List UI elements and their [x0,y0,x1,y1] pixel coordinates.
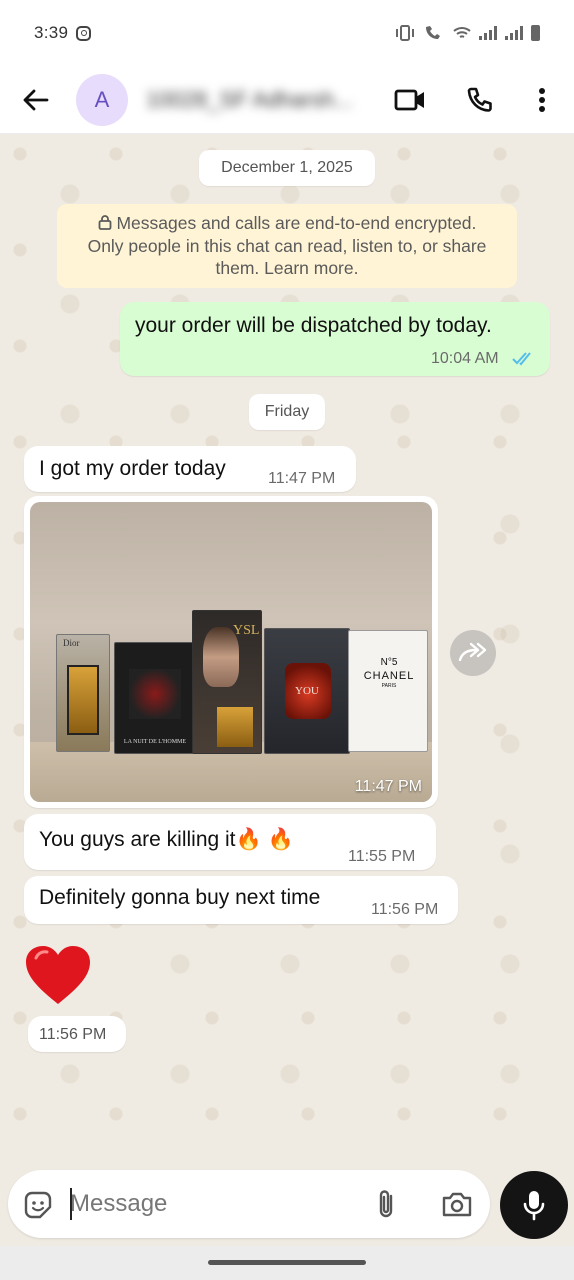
message-time: 11:56 PM [371,901,439,918]
date-label: December 1, 2025 [221,159,353,176]
message-text: Definitely gonna buy next time [39,886,321,909]
date-chip: December 1, 2025 [199,150,375,186]
perfume-box-you: YOU [264,628,350,754]
voice-message-button[interactable] [500,1171,568,1239]
message-time: 11:55 PM [348,848,416,865]
video-call-button[interactable] [386,66,434,134]
message-input[interactable] [70,1184,350,1224]
heart-emoji-icon[interactable] [24,944,92,1006]
incoming-message[interactable]: Definitely gonna buy next time 11:56 PM [24,876,458,924]
photo-time: 11:47 PM [354,778,422,795]
back-button[interactable] [0,66,70,134]
forward-button[interactable] [450,630,496,676]
microphone-icon [523,1191,545,1221]
vibrate-icon [396,25,414,41]
phone-icon [467,87,492,112]
signal-2-icon [505,26,523,40]
incoming-message[interactable]: I got my order today 11:47 PM [24,446,356,492]
voice-call-button[interactable] [456,66,504,134]
message-time: 11:56 PM [39,1026,107,1043]
attachment-icon[interactable] [374,1188,398,1220]
back-arrow-icon [23,89,49,110]
encryption-line-1: Messages and calls are end-to-end encryp… [57,212,517,235]
more-vert-icon [539,88,545,112]
call-wifi-icon [426,26,440,39]
chat-header: A 10028_SF Adharsh... [0,66,574,134]
contact-name[interactable]: 10028_SF Adharsh... [146,87,366,113]
outgoing-message[interactable]: your order will be dispatched by today. … [120,302,550,376]
perfume-box-la-nuit: LA NUIT DE L'HOMME [114,642,194,754]
read-receipt-icon [512,352,531,366]
status-bar: 3:39 [0,0,574,66]
message-text: I got my order today [39,457,226,480]
perfume-box-ysl: YSL [192,610,262,754]
message-composer [8,1170,490,1238]
encryption-notice[interactable]: Messages and calls are end-to-end encryp… [57,204,517,288]
chat-area[interactable]: December 1, 2025 Messages and calls are … [0,134,574,1164]
encryption-line-2: Only people in this chat can read, liste… [87,235,487,256]
incoming-photo-message[interactable]: Dior LA NUIT DE L'HOMME YSL YOU N°5 CHAN… [24,496,438,808]
date-label: Friday [264,403,310,420]
encryption-line-3: them. Learn more. [215,258,359,278]
status-time: 3:39 [34,23,69,42]
message-text: your order will be dispatched by today. [135,314,492,337]
heart-time-chip: 11:56 PM [28,1016,126,1052]
navigation-bar [0,1246,574,1280]
signal-1-icon [479,26,497,40]
message-time: 10:04 AM [431,350,499,367]
forward-icon [458,642,487,662]
instagram-notification-icon [76,25,92,41]
home-gesture-handle[interactable] [208,1260,366,1265]
date-chip: Friday [249,394,325,430]
message-text: You guys are killing it🔥 🔥 [39,828,294,851]
status-icons [395,25,540,41]
perfume-box-chanel: N°5 CHANEL PARIS [348,630,428,752]
perfume-photo[interactable]: Dior LA NUIT DE L'HOMME YSL YOU N°5 CHAN… [30,502,432,802]
message-time: 11:47 PM [268,470,336,487]
avatar[interactable]: A [76,73,128,126]
sticker-icon[interactable] [22,1189,54,1221]
wifi-icon [453,27,471,38]
battery-icon [531,25,540,41]
lock-icon [98,215,111,230]
camera-icon[interactable] [441,1190,473,1218]
perfume-box-dior: Dior [56,634,110,752]
video-call-icon [394,89,424,111]
incoming-message[interactable]: You guys are killing it🔥 🔥 11:55 PM [24,814,436,870]
more-options-button[interactable] [518,66,566,134]
